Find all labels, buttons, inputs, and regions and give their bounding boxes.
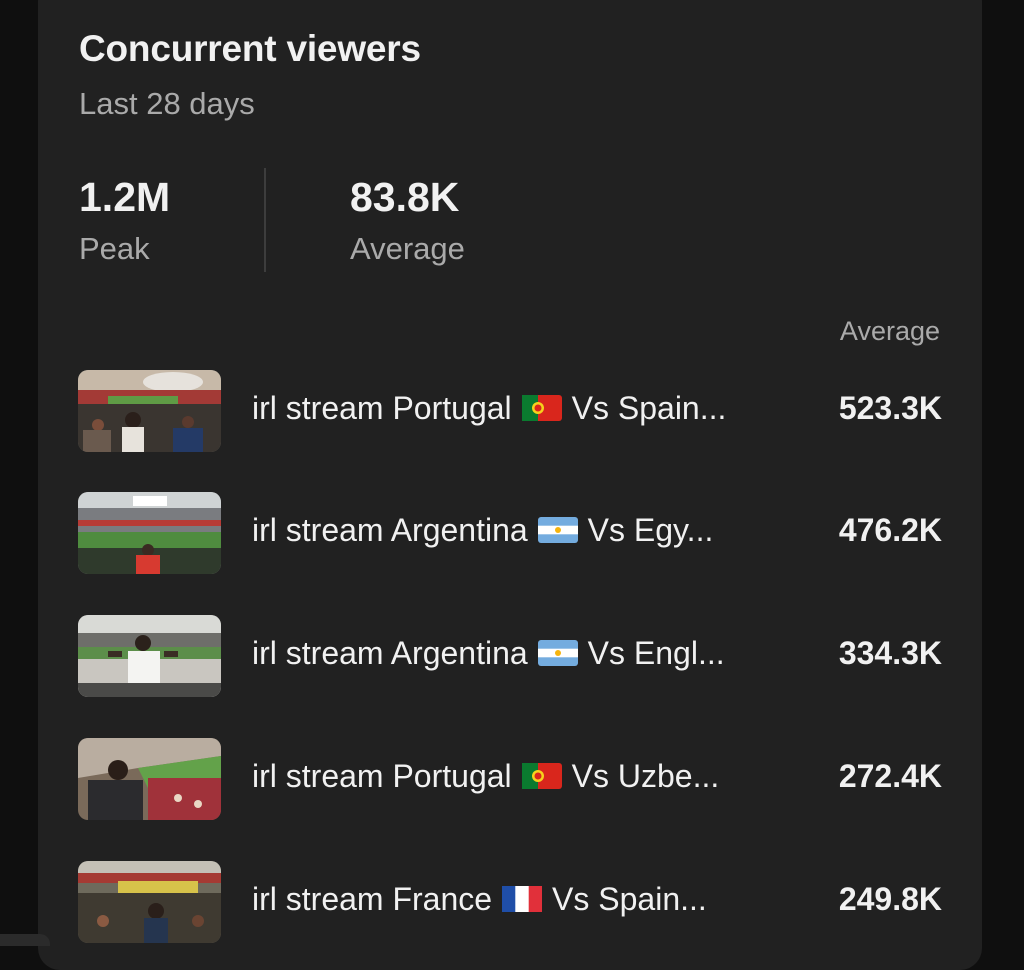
france-flag-icon [502,885,543,912]
video-title[interactable]: irl stream Portugal Vs Uzbe... [252,758,719,795]
video-row[interactable]: irl stream Argentina Vs Egy... 476.2K [78,492,942,574]
average-viewers-value: 334.3K [838,635,942,671]
video-title-end[interactable]: Vs Engl... [588,635,725,671]
video-title-end[interactable]: Vs Egy... [588,512,714,548]
video-thumbnail[interactable] [78,861,221,943]
argentina-flag-icon [537,516,578,543]
video-title-start[interactable]: irl stream Portugal [252,758,512,794]
concurrent-viewers-card [38,0,982,970]
video-title[interactable]: irl stream Argentina Vs Egy... [252,512,713,549]
card-title: Concurrent viewers [79,28,421,69]
video-thumbnail[interactable] [78,370,221,452]
video-thumbnail[interactable] [78,738,221,820]
video-row[interactable]: irl stream Portugal Vs Spain... 523.3K [78,370,942,452]
video-thumbnail[interactable] [78,615,221,697]
average-viewers-value: 272.4K [838,758,942,794]
video-row[interactable]: irl stream Portugal Vs Uzbe... 272.4K [78,738,942,820]
video-title[interactable]: irl stream Portugal Vs Spain... [252,390,726,427]
average-viewers-value: 249.8K [838,881,942,917]
average-viewers-value: 476.2K [838,512,942,548]
video-title[interactable]: irl stream Argentina Vs Engl... [252,635,725,672]
peak-label: Peak [79,231,150,266]
average-column-header: Average [839,316,940,346]
peak-value: 1.2M [79,174,171,220]
video-thumbnail[interactable] [78,492,221,574]
card-subtitle: Last 28 days [79,86,255,121]
video-title-start[interactable]: irl stream Argentina [252,635,528,671]
corner-fragment [0,934,50,946]
video-title[interactable]: irl stream France Vs Spain... [252,881,707,918]
portugal-flag-icon [521,762,562,789]
video-row[interactable]: irl stream France Vs Spain... 249.8K [78,861,942,943]
video-row[interactable]: irl stream Argentina Vs Engl... 334.3K [78,615,942,697]
average-label: Average [350,231,465,266]
video-title-end[interactable]: Vs Spain... [552,881,707,917]
video-title-start[interactable]: irl stream Argentina [252,512,528,548]
argentina-flag-icon [537,639,578,666]
portugal-flag-icon [521,394,562,421]
stats-divider [264,168,266,272]
average-viewers-value: 523.3K [838,390,942,426]
video-title-start[interactable]: irl stream Portugal [252,390,512,426]
video-title-end[interactable]: Vs Spain... [572,390,727,426]
average-value: 83.8K [350,174,460,220]
video-title-start[interactable]: irl stream France [252,881,492,917]
video-title-end[interactable]: Vs Uzbe... [572,758,720,794]
